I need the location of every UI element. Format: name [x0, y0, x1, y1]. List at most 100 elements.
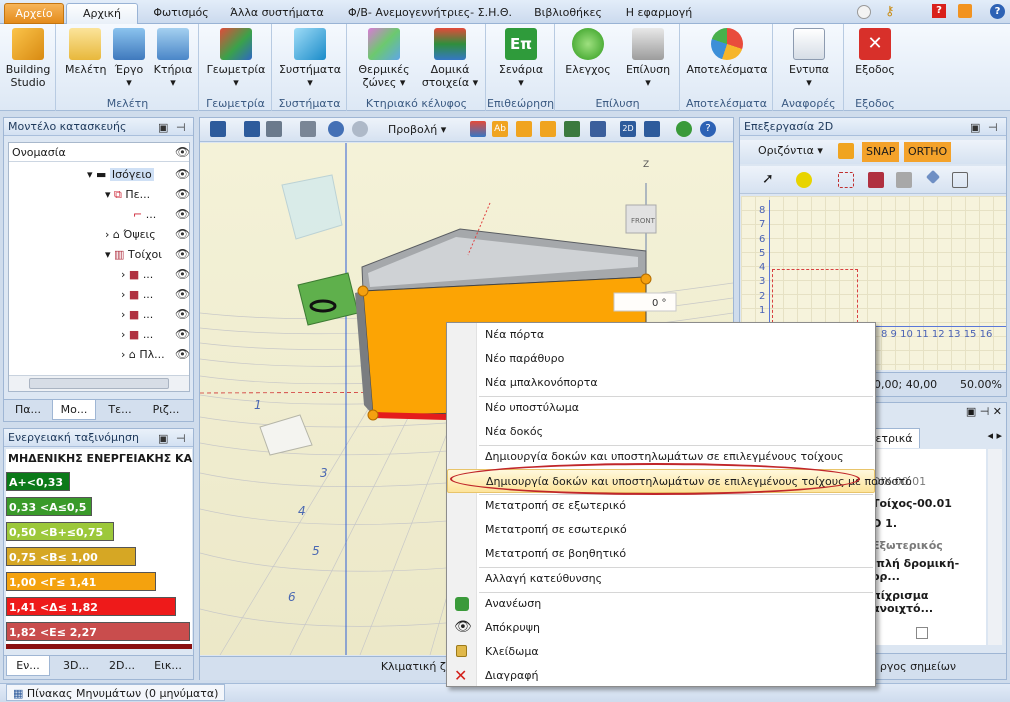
buildings-button[interactable]: Κτήρια ▾ [153, 28, 193, 89]
help-book-icon[interactable]: ? [932, 4, 946, 18]
tab-file[interactable]: Αρχείο [4, 3, 64, 24]
save-icon[interactable] [210, 121, 226, 137]
tree-item-polygon[interactable]: ⌐ ... [133, 205, 156, 224]
menu-refresh[interactable]: Ανανέωση [447, 592, 875, 616]
tab-plans[interactable]: Πα... [6, 400, 50, 420]
menu-new-balcony-door[interactable]: Νέα μπαλκονόπορτα [447, 371, 875, 395]
tab-other-systems[interactable]: Άλλα συστήματα [222, 3, 332, 24]
forms-button[interactable]: Εντυπα ▾ [778, 28, 840, 89]
eye-icon[interactable]: 👁 [175, 267, 190, 281]
dropdown-icon[interactable]: ▣ [970, 119, 980, 137]
project-button[interactable]: Έργο ▾ [109, 28, 149, 89]
pin-icon[interactable]: ⊣ [176, 119, 186, 137]
grid-toggle-icon[interactable] [540, 121, 556, 137]
tab-roots[interactable]: Ριζ... [144, 400, 188, 420]
property-value[interactable]: Τοίχος-00.01 [872, 497, 952, 510]
thermal-zones-button[interactable]: Θερμικές ζώνες ▾ [352, 28, 416, 89]
menu-change-direction[interactable]: Αλλαγή κατεύθυνσης [447, 567, 875, 591]
pin-icon[interactable]: ⊣ [988, 119, 998, 137]
menu-convert-auxiliary[interactable]: Μετατροπή σε βοηθητικό [447, 542, 875, 566]
pointer-icon[interactable]: ➚ [762, 171, 774, 187]
tree-item-wall[interactable]: › ■ ... [121, 285, 153, 304]
tab-energy[interactable]: Εν... [6, 656, 50, 676]
tab-libraries[interactable]: Βιβλιοθήκες [530, 3, 606, 24]
menu-create-beams-columns[interactable]: Δημιουργία δοκών και υποστηλωμάτων σε επ… [447, 445, 875, 469]
help-icon[interactable]: ? [700, 121, 716, 137]
menu-new-window[interactable]: Νέο παράθυρο [447, 347, 875, 371]
panel-controls[interactable]: ▣ ⊣ ✕ [966, 405, 1002, 418]
menu-hide[interactable]: Απόκρυψη [447, 616, 875, 640]
eye-icon[interactable]: 👁 [175, 247, 190, 261]
tab-2d[interactable]: 2D... [100, 656, 144, 676]
help-icon[interactable]: ? [990, 4, 1005, 19]
rect-select-icon[interactable] [838, 172, 854, 188]
results-button[interactable]: Αποτελέσματα [685, 28, 769, 76]
round-icon[interactable] [857, 5, 871, 19]
nodes-icon[interactable] [796, 172, 812, 188]
horizontal-scrollbar[interactable] [9, 375, 189, 391]
grid-icon[interactable] [952, 172, 968, 188]
tab-points[interactable]: ργος σημείων [868, 657, 968, 677]
eye-icon[interactable]: 👁 [175, 307, 190, 321]
tab-images[interactable]: Εικ... [146, 656, 190, 676]
eye-icon[interactable]: 👁 [175, 167, 190, 181]
tab-lighting[interactable]: Φωτισμός [146, 3, 216, 24]
rss-icon[interactable] [958, 4, 972, 18]
eye-icon[interactable]: 👁 [175, 287, 190, 301]
exit-button[interactable]: ✕ Εξοδος [849, 28, 901, 76]
menu-create-beams-columns-percent[interactable]: Δημιουργία δοκών και υποστηλωμάτων σε επ… [447, 469, 912, 493]
ruler-icon[interactable] [590, 121, 606, 137]
tree-item-wall[interactable]: › ■ ... [121, 265, 153, 284]
tree-item-ground-floor[interactable]: ▾ ▬ Ισόγειο [87, 165, 154, 184]
eye-icon[interactable]: 👁 [175, 187, 190, 201]
menu-lock[interactable]: Κλείδωμα [447, 640, 875, 664]
property-value[interactable]: πίχρισμα ανοιχτό... [872, 589, 986, 615]
pin-icon[interactable]: ⊣ [176, 430, 186, 448]
menu-new-column[interactable]: Νέο υποστύλωμα [447, 396, 875, 420]
property-value[interactable]: ιπλή δρομική-ορ... [872, 557, 986, 583]
camera-icon[interactable] [266, 121, 282, 137]
building-elements-button[interactable]: Δομικά στοιχεία ▾ [418, 28, 482, 89]
refresh-icon[interactable] [676, 121, 692, 137]
menu-delete[interactable]: Διαγραφή [447, 664, 875, 688]
save-as-icon[interactable] [244, 121, 260, 137]
dropdown-icon[interactable]: ▣ [158, 430, 168, 448]
tab-application[interactable]: Η εφαρμογή [614, 3, 704, 24]
scenarios-button[interactable]: Επ Σενάρια ▾ [491, 28, 551, 89]
eye-icon[interactable]: 👁 [175, 207, 190, 221]
scroll-thumb[interactable] [29, 378, 169, 389]
menu-new-beam[interactable]: Νέα δοκός [447, 420, 875, 444]
text-ab-icon[interactable]: Ab [492, 121, 508, 137]
property-checkbox[interactable] [916, 627, 928, 639]
tree-item-slabs[interactable]: › ⌂ Πλ... [121, 345, 165, 364]
tab-scroll-arrows[interactable]: ◂ ▸ [987, 429, 1002, 442]
geometry-button[interactable]: Γεωμετρία ▾ [204, 28, 268, 89]
tree-item-wall[interactable]: › ■ ... [121, 325, 153, 344]
systems-button[interactable]: Συστήματα ▾ [277, 28, 343, 89]
menu-convert-internal[interactable]: Μετατροπή σε εσωτερικό [447, 518, 875, 542]
layers-icon[interactable] [470, 121, 486, 137]
checklist-icon[interactable] [644, 121, 660, 137]
building-studio-button[interactable]: Building Studio [4, 28, 52, 89]
diamond-icon[interactable] [925, 169, 941, 185]
orientation-dropdown[interactable]: Οριζόντια ▾ [758, 144, 823, 157]
tab-pv-wind[interactable]: Φ/Β- Ανεμογεννήτριες- Σ.Η.Θ. [340, 3, 520, 24]
vertical-scrollbar[interactable] [988, 449, 1002, 645]
messages-tab[interactable]: ▦ Πίνακας Μηνυμάτων (0 μηνύματα) [6, 684, 226, 701]
tree-item-floor-plan[interactable]: ▾ ⧉ Πε... [105, 185, 150, 204]
wall-icon[interactable] [868, 172, 884, 188]
ortho-toggle[interactable]: ORTHO [904, 142, 952, 162]
slab-icon[interactable] [896, 172, 912, 188]
redo-icon[interactable] [352, 121, 368, 137]
eye-icon[interactable]: 👁 [175, 145, 190, 159]
tab-model[interactable]: Μο... [52, 400, 96, 420]
menu-new-door[interactable]: Νέα πόρτα [447, 323, 875, 347]
tree-item-walls[interactable]: ▾ ▥ Τοίχοι [105, 245, 162, 264]
tree-item-views[interactable]: › ⌂ Όψεις [105, 225, 156, 244]
undo-icon[interactable] [328, 121, 344, 137]
landscape-icon[interactable] [564, 121, 580, 137]
view-2d-icon[interactable]: 2D [620, 121, 636, 137]
solve-button[interactable]: Επίλυση ▾ [620, 28, 676, 89]
tab-te[interactable]: Τε... [98, 400, 142, 420]
lock-toggle-icon[interactable] [516, 121, 532, 137]
